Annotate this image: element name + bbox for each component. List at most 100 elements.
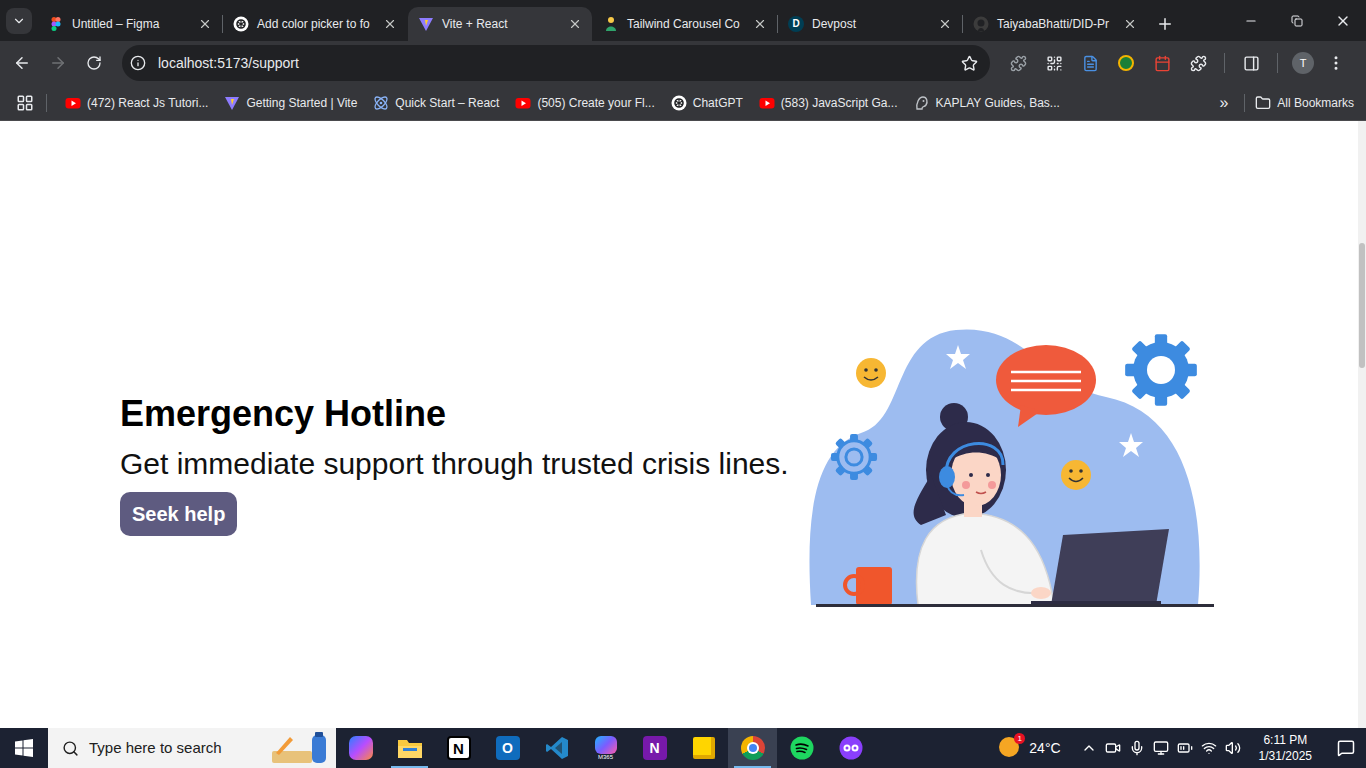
bookmark-item[interactable]: Getting Started | Vite bbox=[218, 89, 363, 117]
apps-icon[interactable] bbox=[16, 94, 34, 112]
taskbar-app[interactable] bbox=[679, 728, 728, 768]
bookmarks-overflow-button[interactable]: » bbox=[1213, 91, 1234, 115]
bookmark-label: Getting Started | Vite bbox=[246, 94, 357, 112]
bookmark-star-icon[interactable] bbox=[961, 55, 978, 72]
tab-title: TaiyabaBhatti/DID-Pr bbox=[997, 15, 1115, 33]
close-icon[interactable] bbox=[568, 17, 582, 31]
onenote-icon: N bbox=[643, 736, 667, 760]
app-icon bbox=[839, 736, 863, 760]
close-icon[interactable] bbox=[383, 17, 397, 31]
speech-bubble-icon bbox=[996, 345, 1096, 427]
bookmark-label: (505) Create your Fl... bbox=[537, 94, 654, 112]
restore-button[interactable] bbox=[1274, 0, 1320, 41]
taskbar-app[interactable]: M365 bbox=[581, 728, 630, 768]
back-button[interactable] bbox=[4, 45, 40, 81]
close-icon[interactable] bbox=[753, 17, 767, 31]
volume-icon[interactable] bbox=[1225, 740, 1241, 756]
mug-icon bbox=[845, 567, 892, 605]
taskbar: Type here to searchNOM365N124°C6:11 PM1/… bbox=[0, 728, 1366, 768]
close-icon[interactable] bbox=[938, 17, 952, 31]
forward-button[interactable] bbox=[40, 45, 76, 81]
extension-dot-icon[interactable] bbox=[1118, 55, 1134, 71]
taskbar-search[interactable]: Type here to search bbox=[48, 728, 336, 768]
bookmark-item[interactable]: (505) Create your Fl... bbox=[509, 89, 660, 117]
start-button[interactable] bbox=[0, 728, 48, 768]
wifi-icon[interactable] bbox=[1201, 740, 1217, 756]
close-icon[interactable] bbox=[198, 17, 212, 31]
browser-tab[interactable]: D Devpost bbox=[778, 7, 962, 41]
browser-tab[interactable]: Untitled – Figma bbox=[38, 7, 222, 41]
seek-help-button[interactable]: Seek help bbox=[120, 492, 237, 536]
clock-time: 6:11 PM bbox=[1263, 732, 1307, 748]
m365-label: M365 bbox=[598, 754, 613, 760]
display-icon[interactable] bbox=[1153, 740, 1169, 756]
bookmark-label: (583) JavaScript Ga... bbox=[781, 94, 898, 112]
close-window-button[interactable] bbox=[1320, 0, 1366, 41]
spotify-icon bbox=[790, 736, 814, 760]
profile-avatar[interactable]: T bbox=[1292, 52, 1314, 74]
hero-text: Emergency HotlineGet immediate support t… bbox=[120, 325, 806, 728]
scrollbar-thumb[interactable] bbox=[1359, 243, 1365, 368]
taskbar-app[interactable]: N bbox=[434, 728, 483, 768]
extension-icon[interactable] bbox=[1010, 55, 1027, 72]
devpost-icon: D bbox=[788, 16, 804, 32]
bookmark-item[interactable]: KAPLAY Guides, Bas... bbox=[908, 89, 1066, 117]
taskbar-app[interactable]: N bbox=[630, 728, 679, 768]
taskbar-app[interactable]: O bbox=[483, 728, 532, 768]
minimize-button[interactable] bbox=[1228, 0, 1274, 41]
bookmark-item[interactable]: ChatGPT bbox=[665, 89, 749, 117]
bookmark-item[interactable]: Quick Start – React bbox=[367, 89, 505, 117]
close-window-icon bbox=[1335, 13, 1351, 29]
reload-button[interactable] bbox=[76, 45, 112, 81]
taskbar-app[interactable] bbox=[336, 728, 385, 768]
close-icon[interactable] bbox=[1123, 17, 1137, 31]
browser-tab[interactable]: Add color picker to fo bbox=[223, 7, 407, 41]
notification-button[interactable] bbox=[1326, 728, 1366, 768]
back-icon bbox=[13, 54, 31, 72]
meet-now-icon[interactable] bbox=[1105, 740, 1121, 756]
tab-title: Tailwind Carousel Co bbox=[627, 15, 745, 33]
tailwind-icon bbox=[603, 16, 619, 32]
microphone-icon[interactable] bbox=[1129, 740, 1145, 756]
chatgpt-icon bbox=[671, 95, 687, 111]
scrollbar[interactable] bbox=[1358, 121, 1366, 728]
site-info-icon[interactable] bbox=[130, 55, 146, 71]
address-bar[interactable]: localhost:5173/support bbox=[122, 45, 990, 81]
menu-icon[interactable] bbox=[1327, 54, 1345, 72]
extensions-icon[interactable] bbox=[1190, 55, 1207, 72]
taskbar-app[interactable] bbox=[728, 728, 777, 768]
side-panel-icon[interactable] bbox=[1243, 55, 1260, 72]
taskbar-app[interactable] bbox=[532, 728, 581, 768]
calendar-icon[interactable] bbox=[1154, 55, 1171, 72]
bookmark-item[interactable]: (472) React Js Tutori... bbox=[59, 89, 214, 117]
browser-tab[interactable]: TaiyabaBhatti/DID-Pr bbox=[963, 7, 1147, 41]
show-hidden-icons-icon[interactable] bbox=[1081, 740, 1097, 756]
running-indicator bbox=[734, 766, 771, 768]
qr-code-icon[interactable] bbox=[1046, 55, 1063, 72]
taskbar-app[interactable] bbox=[826, 728, 875, 768]
chevron-down-icon bbox=[12, 14, 26, 28]
agent-figure bbox=[914, 403, 1054, 605]
document-icon[interactable] bbox=[1082, 55, 1099, 72]
notion-icon: N bbox=[447, 736, 471, 760]
all-bookmarks-button[interactable]: All Bookmarks bbox=[1255, 94, 1354, 112]
chatgpt-icon bbox=[233, 16, 249, 32]
bookmark-item[interactable]: (583) JavaScript Ga... bbox=[753, 89, 904, 117]
forward-icon bbox=[49, 54, 67, 72]
taskbar-app[interactable] bbox=[777, 728, 826, 768]
browser-tab[interactable]: Tailwind Carousel Co bbox=[593, 7, 777, 41]
tab-search-button[interactable] bbox=[6, 8, 32, 34]
vite-icon bbox=[418, 16, 434, 32]
sticky-notes-icon bbox=[693, 737, 715, 759]
taskbar-app[interactable] bbox=[385, 728, 434, 768]
tab-strip: Untitled – FigmaAdd color picker to foVi… bbox=[0, 0, 1366, 41]
address-text: localhost:5173/support bbox=[158, 53, 961, 74]
tab-title: Devpost bbox=[812, 15, 930, 33]
vite-icon bbox=[224, 95, 240, 111]
minimize-icon bbox=[1244, 14, 1258, 28]
browser-tab[interactable]: Vite + React bbox=[408, 7, 592, 41]
clock[interactable]: 6:11 PM1/31/2025 bbox=[1253, 732, 1318, 764]
weather-widget[interactable]: 124°C bbox=[993, 737, 1066, 759]
new-tab-icon[interactable] bbox=[1156, 15, 1174, 33]
battery-icon[interactable] bbox=[1177, 740, 1193, 756]
